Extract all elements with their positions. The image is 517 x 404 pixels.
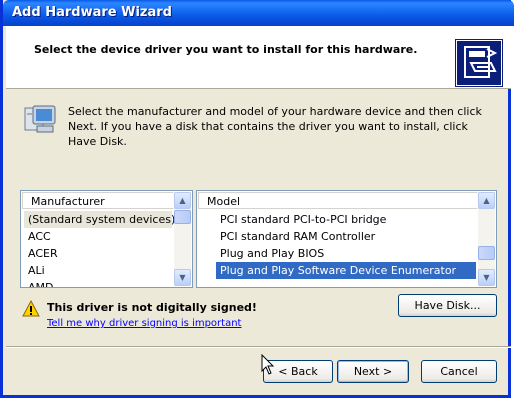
list-item[interactable]: AMD [24, 279, 172, 287]
have-disk-button[interactable]: Have Disk... [398, 294, 497, 317]
manufacturer-list[interactable]: Manufacturer (Standard system devices) A… [20, 190, 193, 288]
wizard-header: Select the device driver you want to ins… [6, 26, 511, 89]
scroll-up-arrow-icon[interactable]: ▲ [478, 192, 495, 209]
driver-signing-link[interactable]: Tell me why driver signing is important [47, 318, 241, 329]
list-item[interactable]: PCI standard PCI-to-PCI bridge [216, 211, 476, 228]
list-item[interactable]: PCI standard RAM Controller [216, 228, 476, 245]
scroll-thumb[interactable] [478, 246, 495, 260]
list-item[interactable]: ALi [24, 262, 172, 279]
page-title: Select the device driver you want to ins… [34, 43, 418, 56]
list-item[interactable]: ACC [24, 228, 172, 245]
title-bar[interactable]: Add Hardware Wizard [3, 0, 514, 26]
model-column-header[interactable]: Model [198, 192, 478, 209]
list-item[interactable]: ACER [24, 245, 172, 262]
hardware-icon [455, 39, 503, 87]
scroll-up-arrow-icon[interactable]: ▲ [174, 192, 191, 209]
intro-text: Select the manufacturer and model of you… [68, 105, 482, 148]
manufacturer-scrollbar[interactable]: ▲ ▼ [174, 192, 191, 286]
list-item[interactable]: Plug and Play BIOS [216, 245, 476, 262]
list-item-selected[interactable]: Plug and Play Software Device Enumerator [216, 262, 476, 279]
model-scrollbar[interactable]: ▲ ▼ [478, 192, 495, 286]
list-item[interactable]: (Standard system devices) [24, 211, 175, 228]
unsigned-driver-warning: This driver is not digitally signed! [47, 301, 257, 314]
scroll-down-arrow-icon[interactable]: ▼ [478, 269, 495, 286]
wizard-window: Add Hardware Wizard Select the device dr… [0, 0, 514, 398]
cancel-button[interactable]: Cancel [421, 360, 497, 383]
scroll-down-arrow-icon[interactable]: ▼ [174, 269, 191, 286]
manufacturer-column-header[interactable]: Manufacturer [22, 192, 174, 209]
separator [6, 346, 511, 348]
mouse-pointer-icon [261, 353, 275, 379]
next-button[interactable]: Next > [337, 360, 409, 383]
scroll-thumb[interactable] [174, 210, 191, 224]
computer-icon [23, 104, 57, 136]
warning-icon [22, 299, 40, 318]
model-list[interactable]: Model PCI standard PCI-to-PCI bridge PCI… [196, 190, 497, 288]
window-title: Add Hardware Wizard [12, 5, 172, 20]
